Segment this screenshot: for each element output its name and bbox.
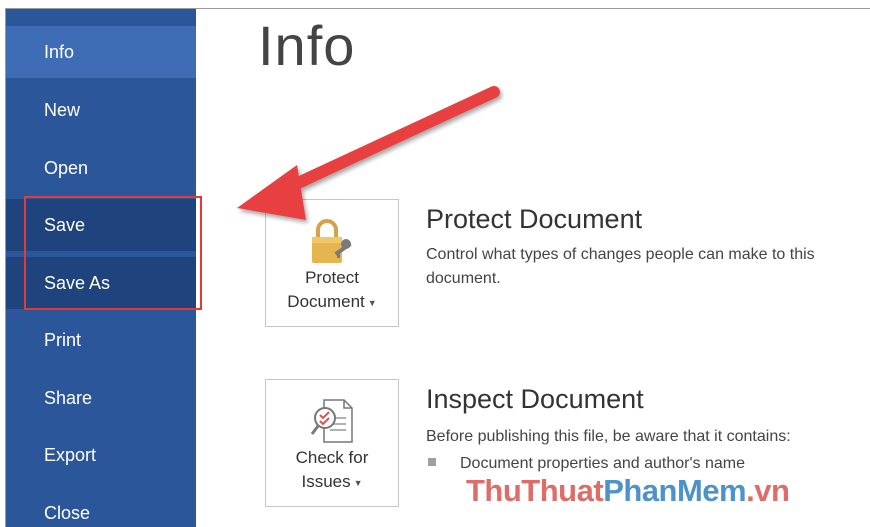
dropdown-caret-icon: ▼ — [353, 477, 363, 488]
inspect-document-icon — [310, 399, 353, 443]
sidebar-item-print[interactable]: Print — [6, 314, 196, 366]
sidebar-item-share[interactable]: Share — [6, 372, 196, 424]
sidebar-item-close[interactable]: Close — [6, 487, 196, 527]
protect-document-label: Protect Document ▼ — [287, 268, 377, 311]
list-item: Document properties and author's name — [428, 455, 745, 473]
protect-document-description: Control what types of changes people can… — [426, 246, 815, 287]
sidebar-item-info[interactable]: Info — [6, 26, 196, 78]
check-for-issues-button[interactable]: Check for Issues ▼ — [265, 379, 399, 507]
bullet-square-icon — [428, 458, 436, 466]
sidebar-item-export[interactable]: Export — [6, 429, 196, 481]
sidebar-item-save[interactable]: Save — [6, 199, 196, 251]
sidebar-item-open[interactable]: Open — [6, 142, 196, 194]
sidebar-item-save-as[interactable]: Save As — [6, 257, 196, 309]
sidebar-item-new[interactable]: New — [6, 84, 196, 136]
backstage-view: Info New Open Save Save As Print Share E… — [5, 8, 870, 527]
backstage-sidebar: Info New Open Save Save As Print Share E… — [6, 9, 196, 527]
inspect-document-title: Inspect Document — [426, 384, 644, 414]
watermark-logo: ThuThuatPhanMem.vn — [466, 473, 790, 508]
inspect-document-description: Before publishing this file, be aware th… — [426, 428, 791, 445]
check-for-issues-label: Check for Issues ▼ — [295, 448, 369, 491]
protect-document-title: Protect Document — [426, 204, 643, 234]
lock-key-icon — [312, 219, 352, 263]
dropdown-caret-icon: ▼ — [367, 297, 377, 308]
page-title: Info — [258, 14, 356, 77]
protect-document-button[interactable]: Protect Document ▼ — [265, 199, 399, 327]
info-pane: Info Protect Document ▼ Protect Document … — [196, 9, 870, 527]
